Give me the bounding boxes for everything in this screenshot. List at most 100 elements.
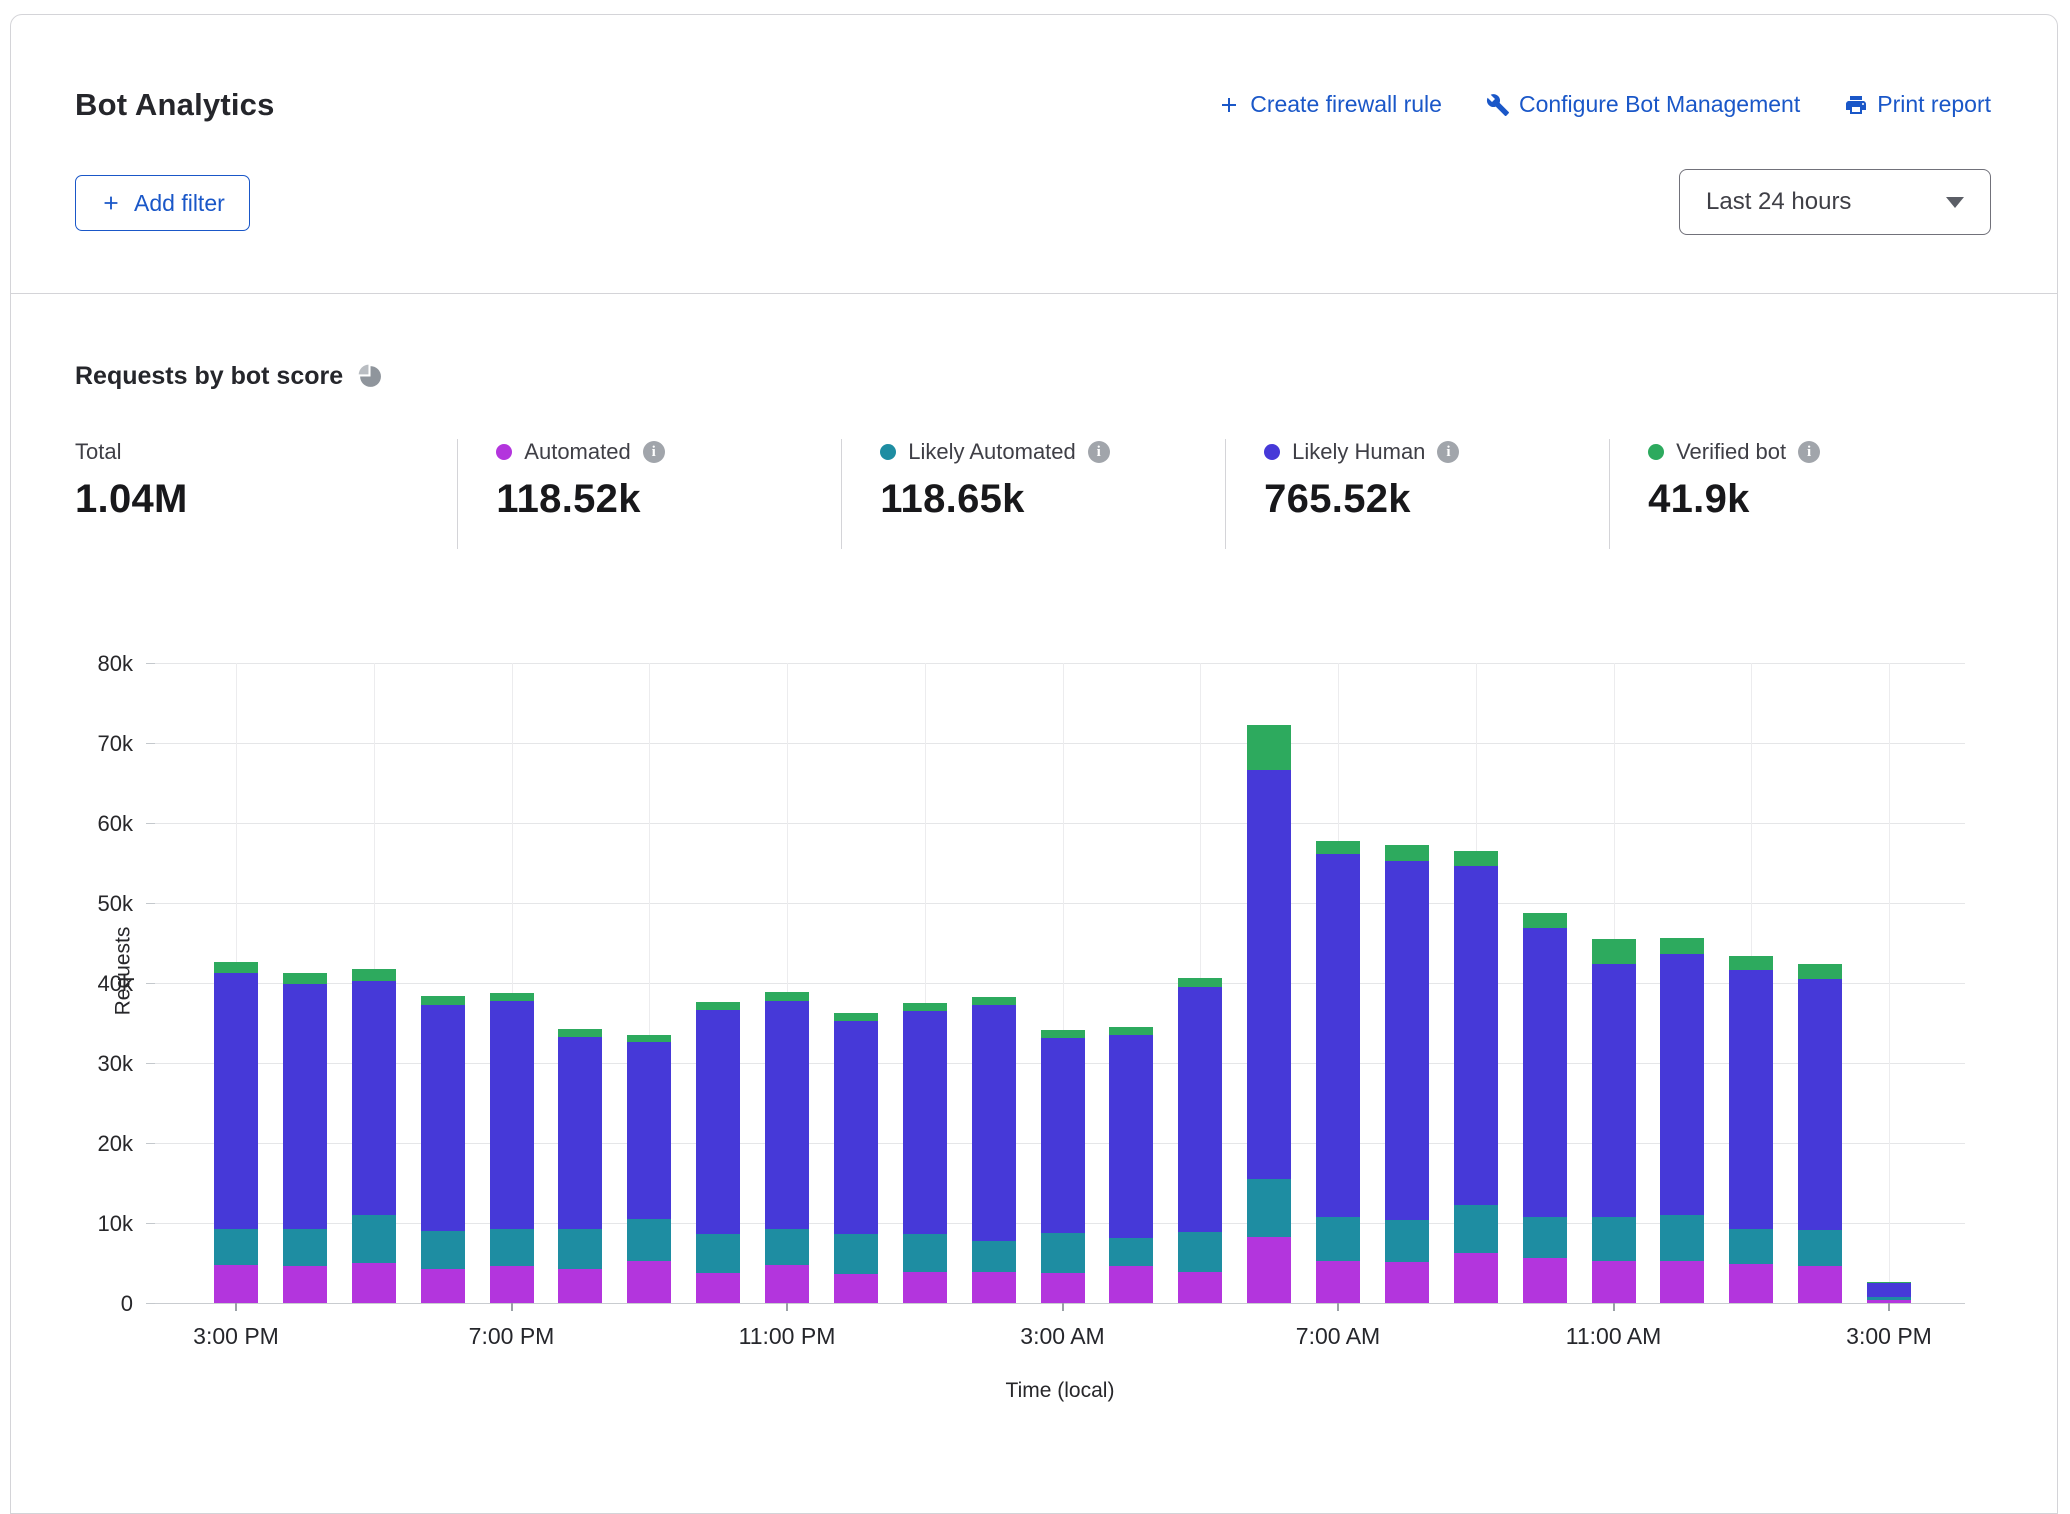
bar-segment-likely-human [1316,854,1360,1217]
likely-human-legend-dot [1264,444,1280,460]
bar-segment-automated [1523,1258,1567,1303]
bar-600am[interactable] [1247,725,1291,1303]
bar-200am[interactable] [972,997,1016,1303]
time-range-dropdown[interactable]: Last 24 hours [1679,169,1991,235]
bar-1000am[interactable] [1523,913,1567,1303]
bar-segment-verified-bot [1660,938,1704,954]
x-axis-tick [1888,1303,1890,1311]
bar-segment-likely-human [1385,861,1429,1220]
x-tick-label: 3:00 AM [1020,1323,1104,1350]
bar-100pm[interactable] [1729,956,1773,1303]
bar-segment-likely-automated [1041,1233,1085,1273]
bar-100am[interactable] [903,1003,947,1303]
bar-segment-automated [1660,1261,1704,1303]
info-icon[interactable]: i [1798,441,1820,463]
bar-200pm[interactable] [1798,964,1842,1303]
print-report-link[interactable]: Print report [1844,91,1991,118]
configure-bot-management-link[interactable]: Configure Bot Management [1486,91,1800,118]
y-axis-tick [146,1223,155,1224]
bar-segment-automated [490,1266,534,1303]
y-tick-label: 10k [45,1211,133,1237]
create-firewall-rule-link[interactable]: Create firewall rule [1217,91,1442,118]
verified-bot-legend-dot [1648,444,1664,460]
info-icon[interactable]: i [1088,441,1110,463]
bar-segment-likely-automated [421,1231,465,1269]
bar-segment-likely-human [1729,970,1773,1228]
bar-segment-verified-bot [1316,841,1360,855]
gridline-v [1889,663,1890,1303]
bar-segment-likely-human [765,1001,809,1228]
bar-900pm[interactable] [627,1035,671,1303]
bar-1100pm[interactable] [765,992,809,1303]
bar-segment-automated [352,1263,396,1303]
bar-segment-automated [1041,1273,1085,1303]
bar-segment-verified-bot [1178,978,1222,987]
stat-total-label: Total [75,439,121,465]
section-title: Requests by bot score [75,362,343,391]
bar-segment-likely-automated [627,1219,671,1261]
stat-automated: Automated i 118.52k [457,439,841,549]
stat-verified-bot: Verified bot i 41.9k [1609,439,1993,549]
bar-segment-automated [421,1269,465,1303]
stat-likely-automated: Likely Automated i 118.65k [841,439,1225,549]
y-tick-label: 20k [45,1131,133,1157]
bar-1100am[interactable] [1592,939,1636,1303]
y-axis-tick [146,823,155,824]
bar-segment-likely-automated [214,1229,258,1265]
bar-segment-likely-automated [834,1234,878,1274]
bar-800am[interactable] [1385,845,1429,1303]
bar-segment-likely-human [903,1011,947,1234]
bar-segment-likely-human [1178,987,1222,1232]
bar-300am[interactable] [1041,1030,1085,1303]
y-tick-label: 50k [45,891,133,917]
bar-1200pm[interactable] [1660,938,1704,1303]
bar-300pm[interactable] [1867,1282,1911,1303]
bar-500am[interactable] [1178,978,1222,1303]
bar-500pm[interactable] [352,969,396,1303]
bar-segment-verified-bot [352,969,396,981]
y-axis-tick [146,743,155,744]
bar-700pm[interactable] [490,993,534,1303]
pie-chart-icon [357,364,382,389]
y-tick-label: 60k [45,811,133,837]
x-axis-tick [235,1303,237,1311]
x-axis-tick [786,1303,788,1311]
bar-300pm[interactable] [214,962,258,1303]
y-axis-tick [146,1143,155,1144]
bar-800pm[interactable] [558,1029,602,1303]
printer-icon [1844,93,1868,117]
info-icon[interactable]: i [1437,441,1459,463]
bar-400pm[interactable] [283,973,327,1303]
bar-1200am[interactable] [834,1013,878,1303]
filter-row: Add filter Last 24 hours [75,175,1993,231]
bar-segment-automated [1729,1264,1773,1303]
section-title-row: Requests by bot score [75,362,1993,391]
bar-segment-likely-human [1523,928,1567,1218]
bar-segment-likely-automated [1523,1217,1567,1258]
bar-segment-likely-automated [903,1234,947,1272]
bar-segment-verified-bot [490,993,534,1002]
time-range-value: Last 24 hours [1706,188,1851,216]
bar-segment-verified-bot [627,1035,671,1042]
bar-400am[interactable] [1109,1027,1153,1303]
bar-segment-likely-human [1798,979,1842,1230]
bar-segment-automated [1385,1262,1429,1303]
bar-600pm[interactable] [421,996,465,1303]
stats-row: Total 1.04M Automated i 118.52k Likely A… [75,439,1993,549]
bar-segment-likely-automated [972,1241,1016,1272]
requests-by-bot-score-section: Requests by bot score Total 1.04M Automa… [11,294,2057,1429]
bar-segment-automated [696,1273,740,1303]
bar-segment-verified-bot [421,996,465,1005]
requests-chart: Requests 010k20k30k40k50k60k70k80k3:00 P… [75,649,1993,1429]
stat-verified-bot-value: 41.9k [1648,477,1973,522]
bar-segment-verified-bot [1041,1030,1085,1038]
info-icon[interactable]: i [643,441,665,463]
wrench-icon [1486,93,1510,117]
stat-likely-human-label: Likely Human [1292,439,1425,465]
y-tick-label: 40k [45,971,133,997]
bar-1000pm[interactable] [696,1002,740,1303]
add-filter-button[interactable]: Add filter [75,175,250,231]
bar-700am[interactable] [1316,841,1360,1303]
x-axis-title: Time (local) [155,1379,1965,1403]
bar-900am[interactable] [1454,851,1498,1303]
